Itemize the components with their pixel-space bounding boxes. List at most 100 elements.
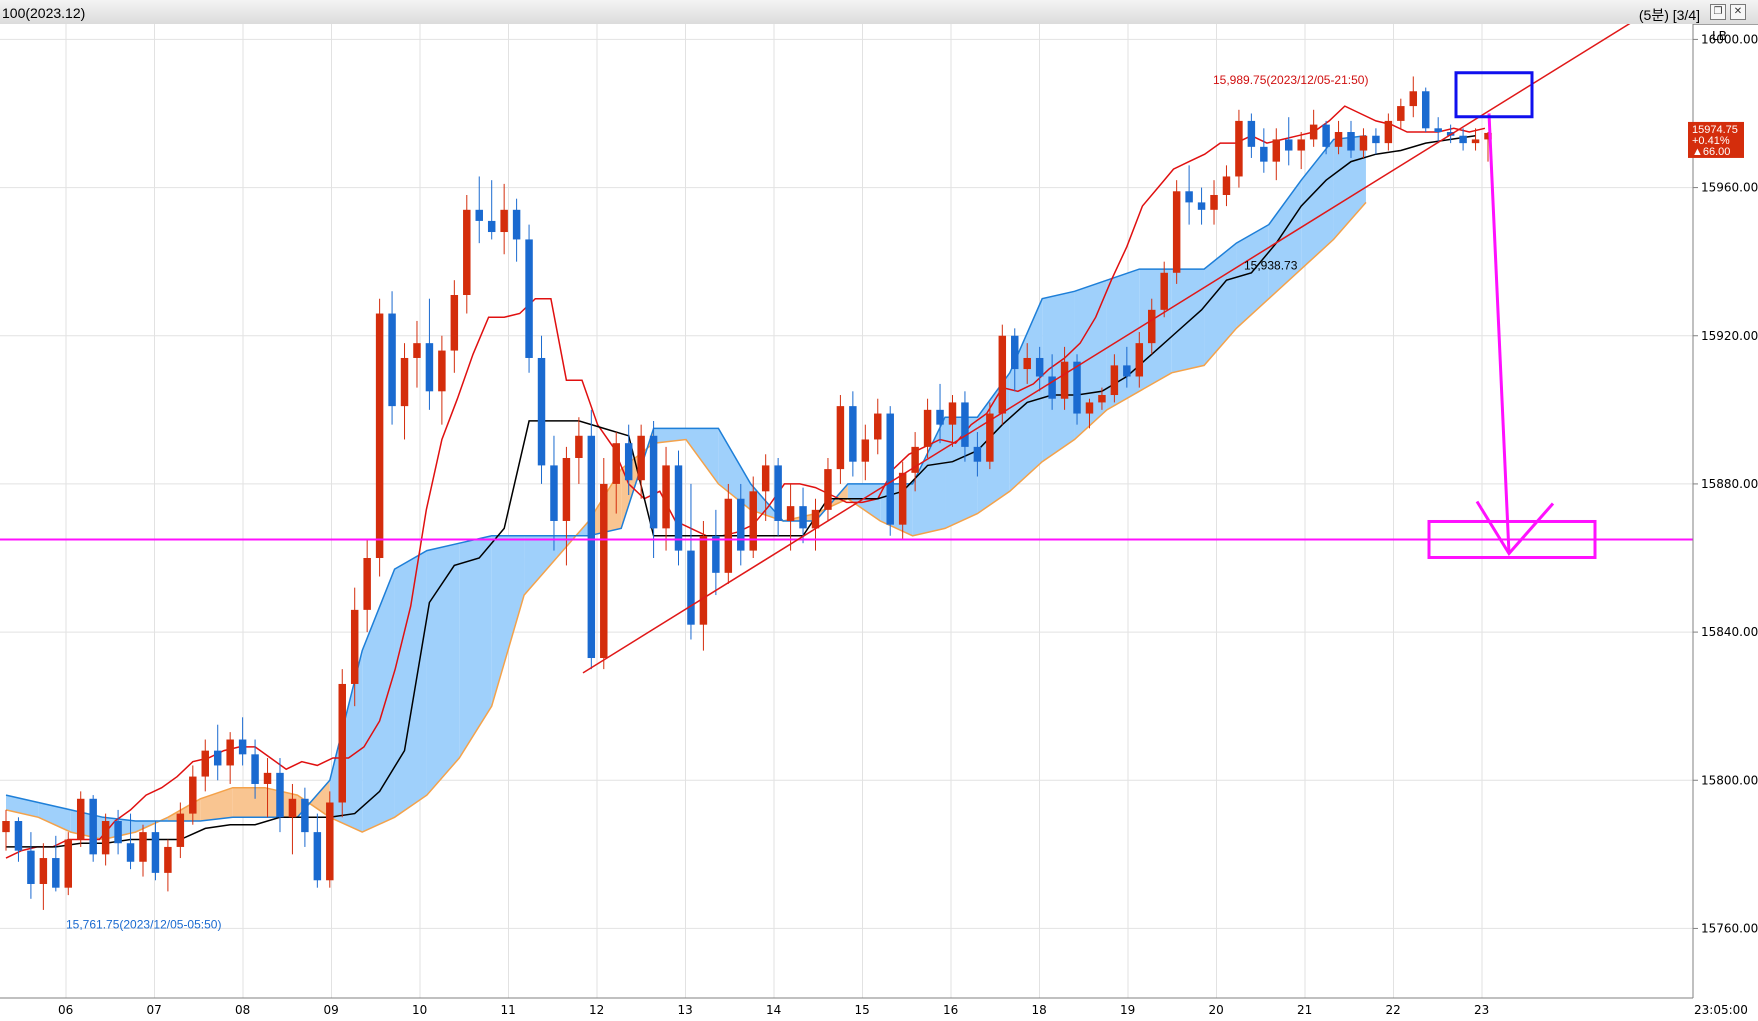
candle-body (1334, 132, 1343, 147)
candle-body (637, 435, 645, 481)
candle-body (1359, 135, 1368, 151)
candle-body (849, 406, 857, 462)
candle-body (313, 832, 322, 881)
candle-body (824, 469, 832, 510)
x-tick-label: 09 (324, 1003, 339, 1017)
candle-body (1372, 135, 1380, 144)
x-tick-label: 19 (1120, 1003, 1135, 1017)
candle-body (799, 506, 807, 529)
candle-body (973, 446, 982, 462)
price-chart[interactable]: 15,989.75(2023/12/05-21:50) 15,761.75(202… (0, 24, 1758, 1021)
candle-body (276, 772, 284, 818)
restore-icon[interactable]: ❐ (1710, 4, 1726, 20)
candle-body (512, 209, 521, 240)
candle-body (1185, 191, 1193, 203)
candle-body (400, 357, 409, 407)
candle-body (500, 209, 508, 233)
candle-body (687, 550, 695, 625)
current-change-text: ▲66.00 (1692, 146, 1730, 158)
candle-body (575, 435, 583, 458)
candle-body (450, 295, 459, 351)
candle-body (1247, 120, 1256, 147)
x-tick-label: 12 (589, 1003, 604, 1017)
cloud-segment (1042, 291, 1075, 462)
cloud-segment (232, 787, 266, 818)
x-tick-label: 13 (678, 1003, 693, 1017)
x-tick-label: 23 (1474, 1003, 1489, 1017)
candle-body (612, 443, 620, 484)
candle-body (151, 832, 160, 873)
candle-body (923, 409, 932, 447)
x-tick-label: 15 (855, 1003, 870, 1017)
x-tick-label: 10 (412, 1003, 427, 1017)
candle-body (326, 802, 334, 881)
candle-body (363, 558, 371, 610)
candle-body (998, 335, 1007, 414)
candle-body (587, 435, 596, 659)
candle-body (425, 343, 434, 392)
candle-body (1135, 343, 1144, 377)
candle-body (226, 739, 234, 766)
candle-body (126, 843, 135, 862)
candle-body (1434, 128, 1442, 133)
candle-body (76, 798, 85, 840)
high-price-label: 15,989.75(2023/12/05-21:50) (1213, 73, 1368, 87)
x-end-time-label: 23:05:00 (1694, 1003, 1748, 1017)
candle-body (288, 798, 297, 818)
candle-body (836, 406, 845, 470)
candle-body (301, 798, 309, 833)
candle-body (699, 535, 708, 625)
candle-body (101, 821, 110, 855)
candle-body (786, 506, 795, 521)
x-tick-label: 16 (943, 1003, 958, 1017)
candle-body (1285, 139, 1293, 151)
candle-body (1459, 135, 1467, 144)
candle-body (712, 535, 720, 573)
candle-body (2, 821, 10, 833)
candle-body (1210, 194, 1218, 210)
candle-body (761, 465, 770, 492)
candle-body (1347, 132, 1355, 151)
candle-body (1222, 176, 1231, 195)
candle-body (238, 739, 247, 755)
candle-body (1397, 106, 1405, 121)
candle-body (749, 491, 757, 551)
candle-body (1409, 91, 1418, 107)
candle-body (737, 498, 745, 551)
y-tick-label: 15880.00 (1701, 477, 1758, 491)
candle-body (375, 313, 384, 559)
candle-body (14, 821, 23, 851)
candle-body (861, 439, 870, 462)
y-tick-label: 15960.00 (1701, 181, 1758, 195)
candle-body (338, 683, 346, 803)
candle-body (1172, 191, 1181, 273)
candle-body (263, 772, 272, 784)
candle-body (624, 443, 633, 481)
candle-body (1060, 361, 1069, 399)
candle-body (525, 239, 533, 358)
candle-body (1073, 361, 1081, 414)
candle-body (388, 313, 396, 407)
candle-body (1421, 91, 1430, 129)
candle-body (898, 472, 907, 525)
candle-body (674, 465, 683, 551)
period-label[interactable]: (5분) [3/4] (1639, 5, 1700, 25)
candle-body (114, 821, 122, 844)
y-tick-label: 15840.00 (1701, 625, 1758, 639)
candle-body (811, 509, 820, 529)
candle-body (463, 209, 471, 296)
x-tick-label: 22 (1386, 1003, 1401, 1017)
y-tick-label: 15920.00 (1701, 329, 1758, 343)
candle-body (487, 220, 496, 233)
close-icon[interactable]: ✕ (1730, 4, 1746, 20)
y-tick-label: 15760.00 (1701, 921, 1758, 935)
x-tick-label: 21 (1297, 1003, 1312, 1017)
candle-body (961, 402, 969, 447)
candle-body (1235, 120, 1243, 177)
candle-body (774, 465, 782, 521)
candle-body (27, 850, 35, 884)
title-bar: 100(2023.12) (5분) [3/4] ❐ ✕ (0, 0, 1758, 25)
candle-body (475, 209, 483, 221)
candle-body (139, 832, 147, 862)
candle-body (1160, 272, 1168, 310)
